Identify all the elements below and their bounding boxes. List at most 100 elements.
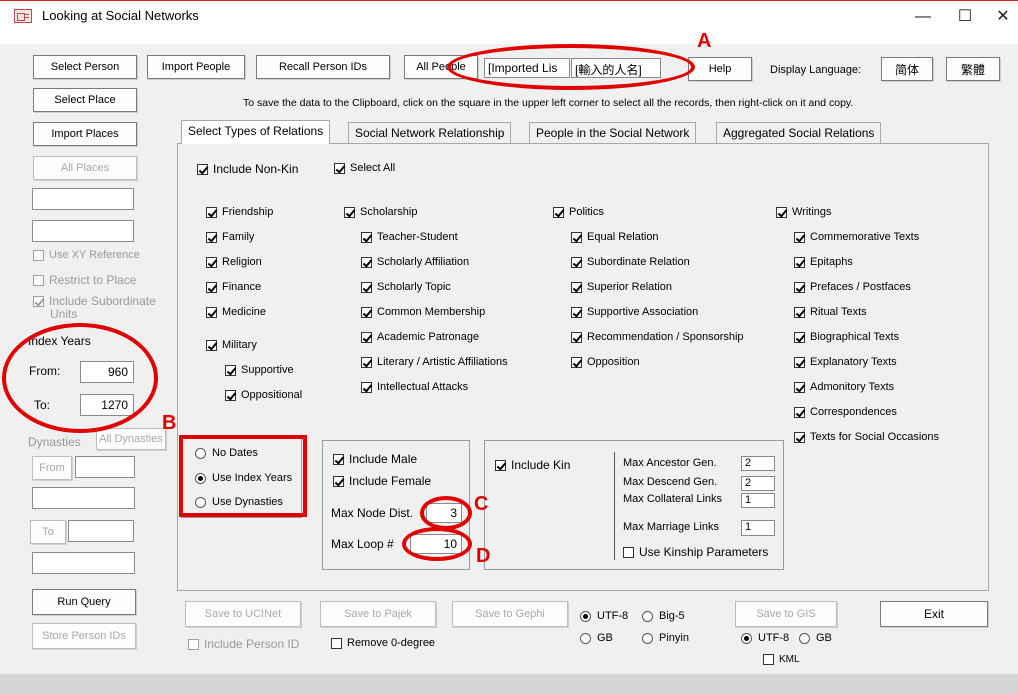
biographical-texts-checkbox[interactable]: Biographical Texts [794,331,899,343]
checkbox-box [623,546,634,558]
save-to-gephi-button[interactable]: Save to Gephi [452,601,568,627]
teacher-student-checkbox[interactable]: Teacher-Student [361,231,458,243]
from-dynasty-button[interactable]: From [32,456,72,480]
military-oppositional-checkbox[interactable]: Oppositional [225,389,302,401]
minimize-button[interactable]: — [908,6,938,28]
all-dynasties-button[interactable]: All Dynasties [96,428,166,450]
include-non-kin-checkbox[interactable]: Include Non-Kin [197,162,298,176]
simplified-chinese-button[interactable]: 简体 [881,57,933,81]
medicine-checkbox[interactable]: Medicine [206,306,266,318]
scholarly-topic-checkbox[interactable]: Scholarly Topic [361,281,451,293]
encoding-utf8-radio[interactable]: UTF-8 [580,610,628,622]
from-dynasty-name-field[interactable] [32,487,135,509]
supportive-association-checkbox[interactable]: Supportive Association [571,306,698,318]
store-person-ids-button[interactable]: Store Person IDs [32,623,136,649]
max-descend-input[interactable]: 2 [741,476,775,491]
select-person-button[interactable]: Select Person [33,55,137,79]
checkbox-box [333,475,344,487]
place-field-2[interactable] [32,220,134,242]
use-kinship-parameters-checkbox[interactable]: Use Kinship Parameters [623,545,768,559]
include-subordinate-units-checkbox[interactable]: Include Subordinate [33,294,156,308]
close-button[interactable]: ✕ [988,6,1018,28]
to-dynasty-name-field[interactable] [32,552,135,574]
scholarship-checkbox[interactable]: Scholarship [344,206,417,218]
scholarly-affiliation-checkbox[interactable]: Scholarly Affiliation [361,256,469,268]
opposition-checkbox[interactable]: Opposition [571,356,640,368]
superior-relation-checkbox[interactable]: Superior Relation [571,281,672,293]
commemorative-texts-checkbox[interactable]: Commemorative Texts [794,231,919,243]
common-membership-checkbox[interactable]: Common Membership [361,306,485,318]
select-place-button[interactable]: Select Place [33,88,137,112]
max-collateral-input[interactable]: 1 [741,493,775,508]
kml-checkbox[interactable]: KML [763,654,800,665]
traditional-chinese-button[interactable]: 繁體 [946,57,1000,81]
writings-checkbox[interactable]: Writings [776,206,832,218]
texts-for-social-occasions-checkbox[interactable]: Texts for Social Occasions [794,431,939,443]
military-supportive-checkbox[interactable]: Supportive [225,364,294,376]
subordinate-relation-checkbox[interactable]: Subordinate Relation [571,256,690,268]
tab-aggregated-social-relations[interactable]: Aggregated Social Relations [716,122,882,144]
intellectual-attacks-checkbox[interactable]: Intellectual Attacks [361,381,468,393]
checkbox-label: Remove 0-degree [347,637,436,649]
checkbox-box [794,306,805,318]
include-person-id-checkbox[interactable]: Include Person ID [188,637,299,651]
ritual-texts-checkbox[interactable]: Ritual Texts [794,306,867,318]
politics-checkbox[interactable]: Politics [553,206,604,218]
encoding-big5-radio[interactable]: Big-5 [642,610,685,622]
tab-social-network-relationship[interactable]: Social Network Relationship [348,122,512,144]
finance-checkbox[interactable]: Finance [206,281,261,293]
to-dynasty-field[interactable] [68,520,134,542]
save-to-gis-button[interactable]: Save to GIS [735,601,837,627]
import-people-button[interactable]: Import People [147,55,245,79]
run-query-button[interactable]: Run Query [32,589,136,615]
tab-select-types-of-relations[interactable]: Select Types of Relations [181,120,331,144]
prefaces-postfaces-checkbox[interactable]: Prefaces / Postfaces [794,281,911,293]
place-field-1[interactable] [32,188,134,210]
military-checkbox[interactable]: Military [206,339,257,351]
from-dynasty-field[interactable] [75,456,135,478]
save-to-pajek-button[interactable]: Save to Pajek [320,601,436,627]
select-all-checkbox[interactable]: Select All [334,162,395,174]
maximize-button[interactable]: ☐ [950,6,980,28]
correspondences-checkbox[interactable]: Correspondences [794,406,897,418]
checkbox-box [794,256,805,268]
religion-checkbox[interactable]: Religion [206,256,262,268]
save-to-ucinet-button[interactable]: Save to UCINet [185,601,301,627]
window-title: Looking at Social Networks [42,8,199,23]
include-female-checkbox[interactable]: Include Female [333,474,431,488]
epitaphs-checkbox[interactable]: Epitaphs [794,256,853,268]
admonitory-texts-checkbox[interactable]: Admonitory Texts [794,381,894,393]
checkbox-label: Writings [792,206,832,218]
encoding-gb-radio[interactable]: GB [580,632,613,644]
include-male-checkbox[interactable]: Include Male [333,452,417,466]
radio-dot [799,632,810,644]
academic-patronage-checkbox[interactable]: Academic Patronage [361,331,479,343]
checkbox-label: Use Kinship Parameters [639,545,769,559]
literary-artistic-affiliations-checkbox[interactable]: Literary / Artistic Affiliations [361,356,508,368]
all-places-button[interactable]: All Places [33,156,137,180]
max-ancestor-input[interactable]: 2 [741,456,775,471]
checkbox-box [361,231,372,243]
kin-divider [614,452,615,560]
gis-gb-radio[interactable]: GB [799,632,832,644]
remove-0-degree-checkbox[interactable]: Remove 0-degree [331,637,435,649]
friendship-checkbox[interactable]: Friendship [206,206,273,218]
exit-button[interactable]: Exit [880,601,988,627]
include-kin-checkbox[interactable]: Include Kin [495,458,570,472]
checkbox-label: Include Person ID [204,637,300,651]
to-dynasty-button[interactable]: To [30,520,66,544]
tab-people-in-social-network[interactable]: People in the Social Network [529,122,697,144]
import-places-button[interactable]: Import Places [33,122,137,146]
gis-utf8-radio[interactable]: UTF-8 [741,632,789,644]
encoding-pinyin-radio[interactable]: Pinyin [642,632,689,644]
help-button[interactable]: Help [688,57,752,81]
equal-relation-checkbox[interactable]: Equal Relation [571,231,659,243]
recommendation-sponsorship-checkbox[interactable]: Recommendation / Sponsorship [571,331,744,343]
family-checkbox[interactable]: Family [206,231,254,243]
recall-person-ids-button[interactable]: Recall Person IDs [256,55,390,79]
max-marriage-input[interactable]: 1 [741,520,775,536]
explanatory-texts-checkbox[interactable]: Explanatory Texts [794,356,897,368]
use-xy-reference-checkbox[interactable]: Use XY Reference [33,249,140,261]
checkbox-label: Select All [350,162,396,174]
restrict-to-place-checkbox[interactable]: Restrict to Place [33,273,136,287]
